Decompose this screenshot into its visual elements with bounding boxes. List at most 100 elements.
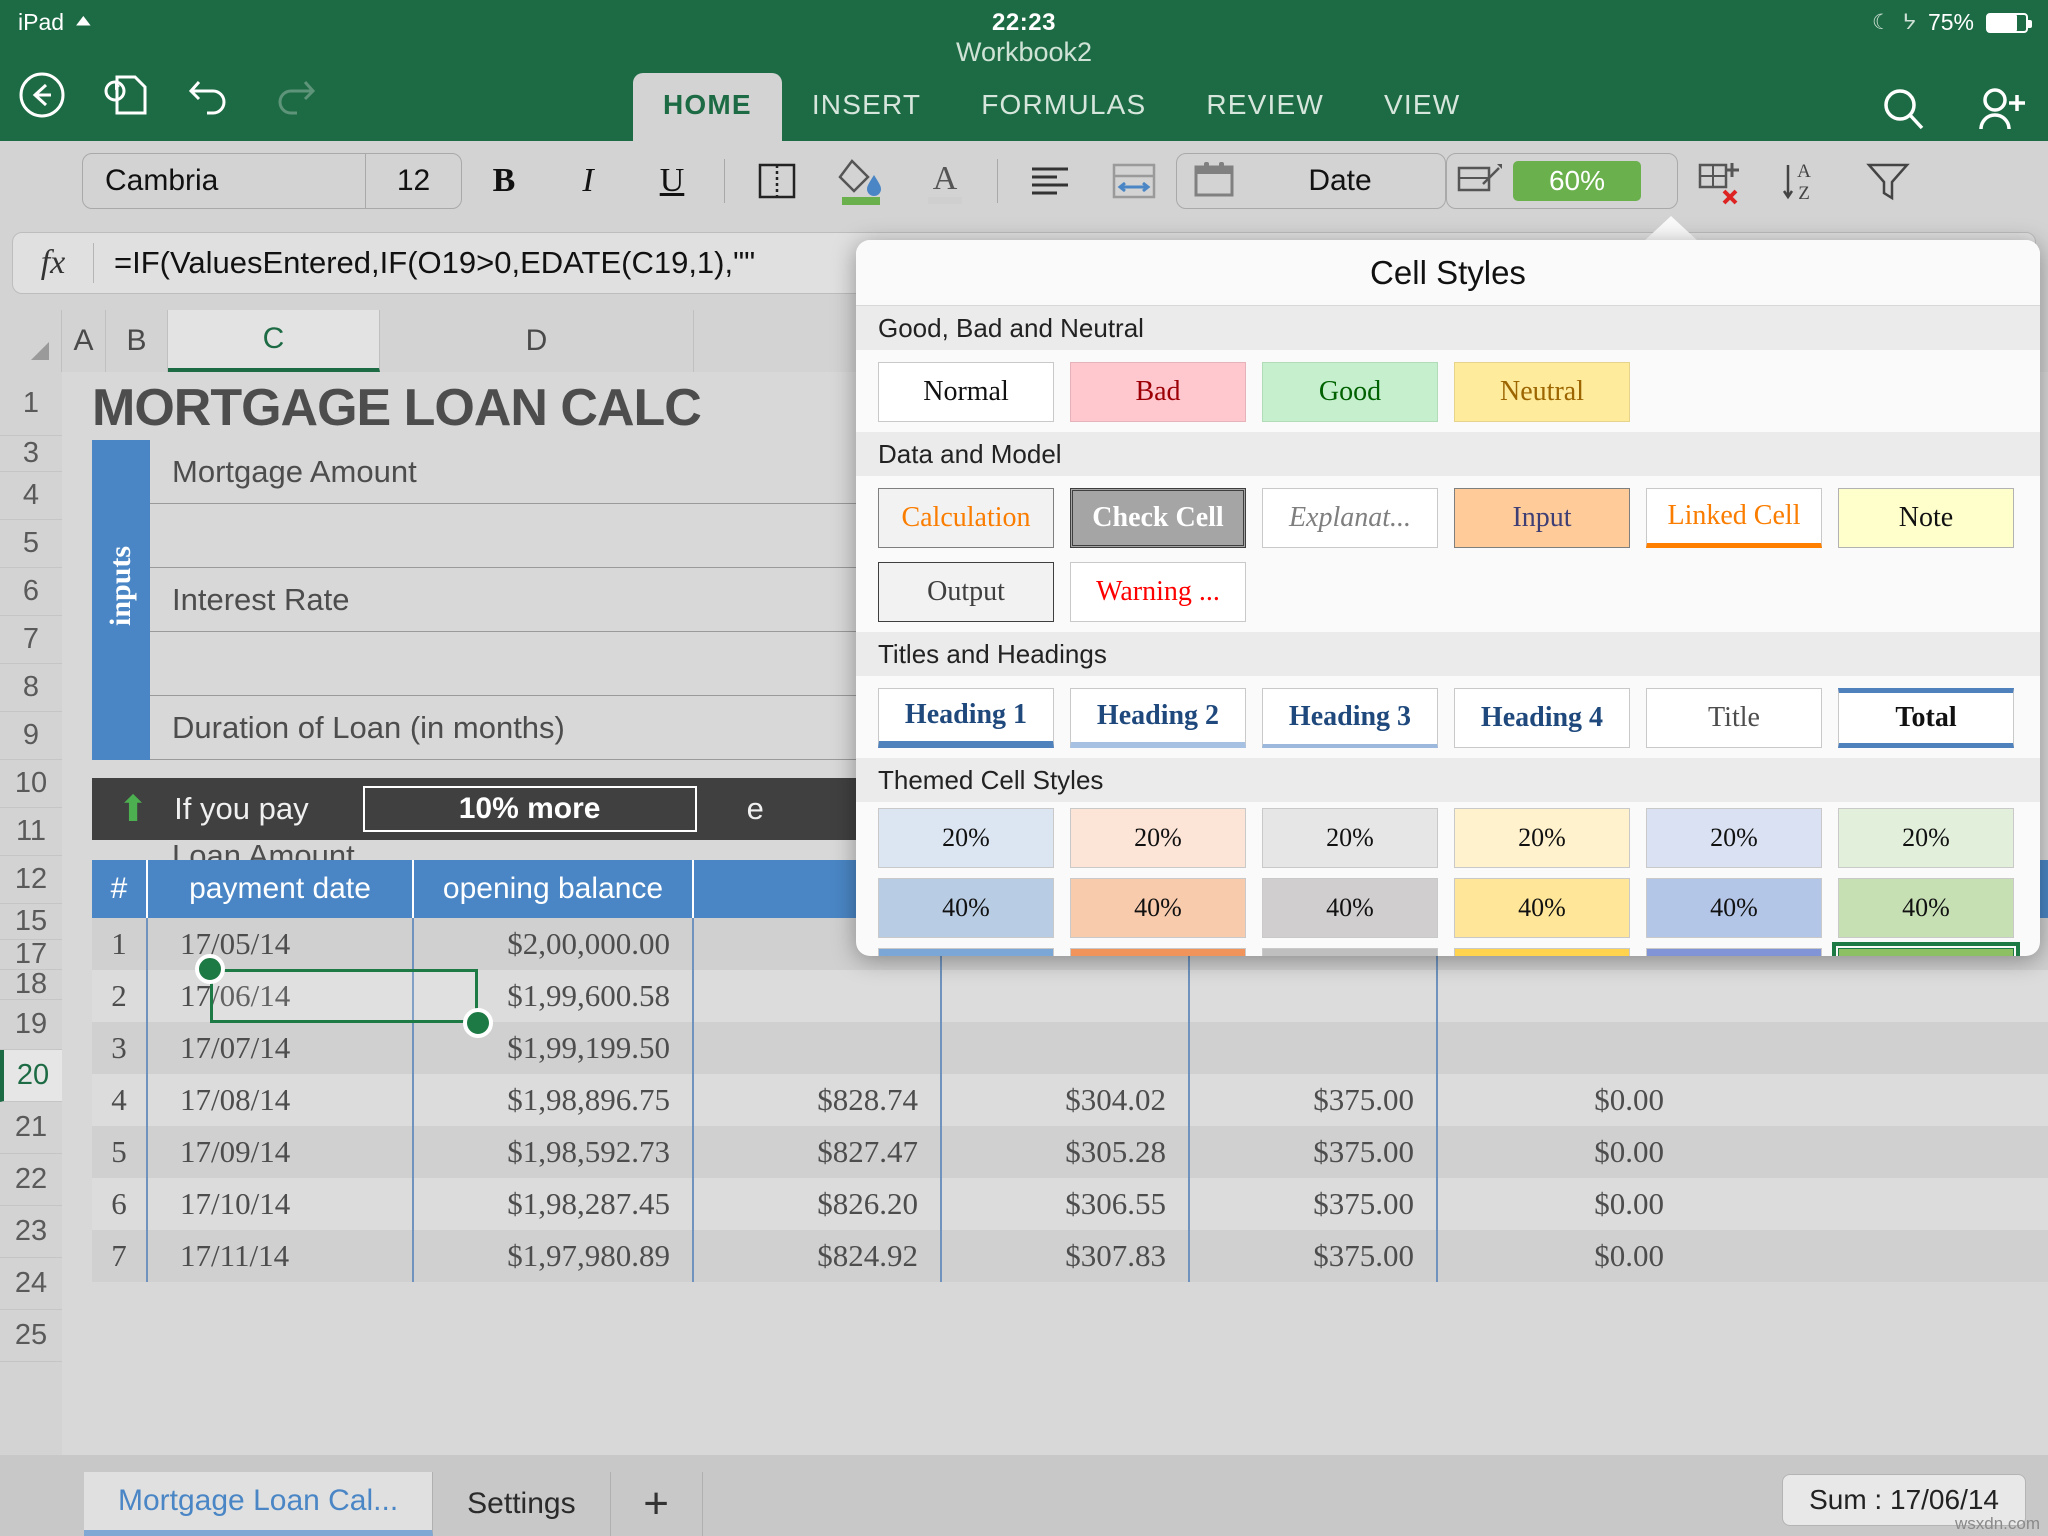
wrap-text-icon[interactable] <box>1092 150 1176 212</box>
share-file-icon[interactable] <box>98 67 154 123</box>
row-header-19[interactable]: 19 <box>0 1000 62 1050</box>
tab-home[interactable]: HOME <box>633 73 782 141</box>
italic-button[interactable]: I <box>546 150 630 212</box>
table-row[interactable]: 6 17/10/14 $1,98,287.45 $826.20 $306.55 $375.… <box>92 1178 2048 1230</box>
table-row[interactable]: 3 17/07/14 $1,99,199.50 <box>92 1022 2048 1074</box>
redo-icon[interactable] <box>266 67 322 123</box>
themed-swatch-60-6[interactable]: 60% <box>1832 942 2020 956</box>
undo-icon[interactable] <box>182 67 238 123</box>
style-chip-heading-1[interactable]: Heading 1 <box>878 688 1054 748</box>
selection-handle-end[interactable] <box>463 1008 493 1038</box>
back-arrow-icon[interactable] <box>14 67 70 123</box>
row-header-17[interactable]: 17 <box>0 938 62 970</box>
themed-swatch-60-4[interactable]: 60% <box>1454 948 1630 956</box>
row-header-7[interactable]: 7 <box>0 616 62 664</box>
font-color-icon[interactable]: A <box>903 150 987 212</box>
font-name-input[interactable]: Cambria <box>83 164 365 198</box>
row-header-12[interactable]: 12 <box>0 856 62 904</box>
cell-styles-group[interactable]: 60% <box>1446 153 1678 209</box>
table-row[interactable]: 4 17/08/14 $1,98,896.75 $828.74 $304.02 $375.… <box>92 1074 2048 1126</box>
sheet-tab-settings[interactable]: Settings <box>433 1472 611 1536</box>
style-chip-heading-4[interactable]: Heading 4 <box>1454 688 1630 748</box>
themed-swatch-40-1[interactable]: 40% <box>878 878 1054 938</box>
themed-swatch-40-4[interactable]: 40% <box>1454 878 1630 938</box>
sheet-tab-mortgage[interactable]: Mortgage Loan Cal... <box>84 1472 434 1536</box>
themed-swatch-20-2[interactable]: 20% <box>1070 808 1246 868</box>
style-chip-heading-3[interactable]: Heading 3 <box>1262 688 1438 748</box>
sort-az-icon[interactable]: AZ <box>1762 150 1846 212</box>
themed-swatch-40-6[interactable]: 40% <box>1838 878 2014 938</box>
row-header-6[interactable]: 6 <box>0 568 62 616</box>
style-chip-linked-cell[interactable]: Linked Cell <box>1646 488 1822 548</box>
table-row[interactable]: 7 17/11/14 $1,97,980.89 $824.92 $307.83 $375.… <box>92 1230 2048 1282</box>
style-chip-title[interactable]: Title <box>1646 688 1822 748</box>
row-header-21[interactable]: 21 <box>0 1102 62 1154</box>
bold-button[interactable]: B <box>462 150 546 212</box>
row-header-25[interactable]: 25 <box>0 1310 62 1362</box>
column-header-b[interactable]: B <box>106 310 168 372</box>
select-all-corner[interactable] <box>0 310 62 372</box>
style-chip-good[interactable]: Good <box>1262 362 1438 422</box>
style-chip-total[interactable]: Total <box>1838 688 2014 748</box>
style-chip-note[interactable]: Note <box>1838 488 2014 548</box>
insert-delete-cells-icon[interactable] <box>1678 150 1762 212</box>
cell-selection-box[interactable] <box>195 954 493 1038</box>
filter-icon[interactable] <box>1846 150 1930 212</box>
themed-swatch-60-5[interactable]: 60% <box>1646 948 1822 956</box>
tab-insert[interactable]: INSERT <box>782 73 951 141</box>
style-chip-input[interactable]: Input <box>1454 488 1630 548</box>
themed-swatch-20-3[interactable]: 20% <box>1262 808 1438 868</box>
table-row[interactable]: 5 17/09/14 $1,98,592.73 $827.47 $305.28 $375.… <box>92 1126 2048 1178</box>
themed-swatch-60-2[interactable]: 60% <box>1070 948 1246 956</box>
column-header-c[interactable]: C <box>168 310 380 372</box>
row-header-8[interactable]: 8 <box>0 664 62 712</box>
row-header-18[interactable]: 18 <box>0 968 62 1000</box>
align-left-icon[interactable] <box>1008 150 1092 212</box>
row-header-4[interactable]: 4 <box>0 472 62 520</box>
themed-swatch-20-5[interactable]: 20% <box>1646 808 1822 868</box>
tab-formulas[interactable]: FORMULAS <box>951 73 1176 141</box>
row-header-5[interactable]: 5 <box>0 520 62 568</box>
themed-swatch-40-5[interactable]: 40% <box>1646 878 1822 938</box>
style-chip-output[interactable]: Output <box>878 562 1054 622</box>
row-header-23[interactable]: 23 <box>0 1206 62 1258</box>
row-header-10[interactable]: 10 <box>0 760 62 808</box>
add-person-icon[interactable] <box>1974 81 2030 137</box>
style-chip-warning[interactable]: Warning ... <box>1070 562 1246 622</box>
style-chip-bad[interactable]: Bad <box>1070 362 1246 422</box>
pay-more-chip[interactable]: 10% more <box>362 786 697 832</box>
themed-swatch-20-6[interactable]: 20% <box>1838 808 2014 868</box>
themed-swatch-60-1[interactable]: 60% <box>878 948 1054 956</box>
row-header-1[interactable]: 1 <box>0 372 62 436</box>
themed-swatch-20-4[interactable]: 20% <box>1454 808 1630 868</box>
style-chip-normal[interactable]: Normal <box>878 362 1054 422</box>
style-chip-heading-2[interactable]: Heading 2 <box>1070 688 1246 748</box>
themed-swatch-20-1[interactable]: 20% <box>878 808 1054 868</box>
row-header-15[interactable]: 15 <box>0 904 62 940</box>
search-icon[interactable] <box>1876 81 1932 137</box>
row-header-20[interactable]: 20 <box>0 1050 62 1102</box>
row-header-22[interactable]: 22 <box>0 1154 62 1206</box>
themed-swatch-40-3[interactable]: 40% <box>1262 878 1438 938</box>
style-chip-calculation[interactable]: Calculation <box>878 488 1054 548</box>
selection-handle-start[interactable] <box>195 954 225 984</box>
themed-swatch-40-2[interactable]: 40% <box>1070 878 1246 938</box>
number-format-group[interactable]: Date <box>1176 153 1446 209</box>
underline-button[interactable]: U <box>630 150 714 212</box>
row-header-3[interactable]: 3 <box>0 436 62 472</box>
style-chip-explanat[interactable]: Explanat... <box>1262 488 1438 548</box>
tab-review[interactable]: REVIEW <box>1176 73 1354 141</box>
formula-input[interactable]: =IF(ValuesEntered,IF(O19>0,EDATE(C19,1),… <box>94 245 755 281</box>
column-header-d[interactable]: D <box>380 310 694 372</box>
column-header-a[interactable]: A <box>62 310 106 372</box>
borders-icon[interactable] <box>735 150 819 212</box>
add-sheet-button[interactable]: + <box>611 1472 703 1536</box>
tab-view[interactable]: VIEW <box>1354 73 1490 141</box>
row-header-11[interactable]: 11 <box>0 808 62 856</box>
themed-swatch-60-3[interactable]: 60% <box>1262 948 1438 956</box>
row-header-24[interactable]: 24 <box>0 1258 62 1310</box>
fill-color-icon[interactable] <box>819 150 903 212</box>
style-chip-neutral[interactable]: Neutral <box>1454 362 1630 422</box>
font-size-input[interactable]: 12 <box>365 154 461 208</box>
style-chip-check-cell[interactable]: Check Cell <box>1070 488 1246 548</box>
